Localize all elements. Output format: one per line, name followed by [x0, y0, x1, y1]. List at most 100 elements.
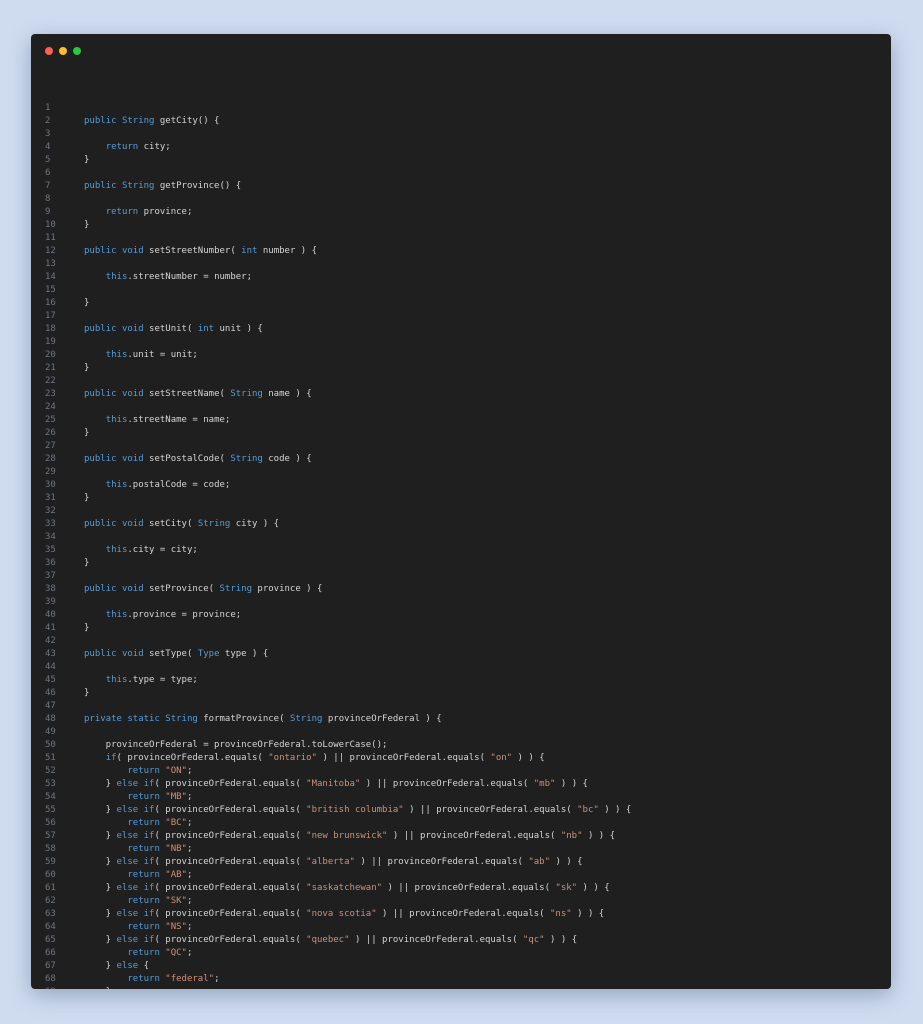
code-text: public void setStreetName( String name )… — [84, 388, 312, 401]
code-token: number ) { — [257, 246, 318, 256]
code-token: type ) { — [219, 649, 269, 659]
code-token: province; — [138, 207, 193, 217]
line-number: 26 — [45, 428, 56, 438]
line-number: 57 — [45, 831, 56, 841]
code-text: return province; — [84, 206, 193, 219]
code-token: } — [84, 987, 111, 989]
code-keyword: this — [105, 675, 128, 685]
line-number: 56 — [45, 818, 56, 828]
window-titlebar — [31, 34, 891, 68]
code-keyword: public — [84, 649, 122, 659]
line-number: 65 — [45, 935, 56, 945]
line-number: 2 — [45, 116, 51, 126]
code-keyword: public — [84, 519, 122, 529]
line-number: 24 — [45, 402, 56, 412]
code-text: this.city = city; — [84, 544, 198, 557]
line-number: 23 — [45, 389, 56, 399]
code-string: "MB" — [165, 792, 187, 802]
code-keyword: void — [121, 584, 144, 594]
code-keyword: else if — [116, 935, 155, 945]
code-keyword: else if — [116, 909, 155, 919]
code-token: ) || provinceOrFederal.equals( — [382, 883, 556, 893]
code-token: .type = type; — [127, 675, 198, 685]
line-number: 50 — [45, 740, 56, 750]
line-number: 21 — [45, 363, 56, 373]
code-text: } — [84, 622, 89, 635]
code-keyword: static — [127, 714, 166, 724]
code-text: this.province = province; — [84, 609, 241, 622]
line-number: 69 — [45, 986, 75, 989]
code-keyword: return — [127, 948, 160, 958]
line-number: 32 — [45, 506, 56, 516]
line-number: 31 — [45, 493, 56, 503]
line-number: 27 — [45, 441, 56, 451]
line-number: 7 — [45, 181, 51, 191]
code-string: "ontario" — [268, 753, 318, 763]
code-token: ; — [186, 766, 193, 776]
line-number: 53 — [45, 779, 56, 789]
code-text: private static String formatProvince( St… — [84, 713, 442, 726]
line-number: 13 — [45, 259, 56, 269]
minimize-window-icon[interactable] — [59, 47, 67, 55]
code-token: province ) { — [252, 584, 323, 594]
code-string: "Manitoba" — [306, 779, 361, 789]
code-token: code ) { — [262, 454, 312, 464]
code-token: } — [84, 961, 117, 971]
code-string: "saskatchewan" — [306, 883, 383, 893]
line-number: 61 — [45, 883, 56, 893]
line-number: 6 — [45, 168, 51, 178]
line-number: 64 — [45, 922, 56, 932]
code-keyword: this — [105, 272, 128, 282]
code-token: ) ) { — [550, 857, 583, 867]
code-token: .unit = unit; — [127, 350, 198, 360]
code-text: } — [84, 492, 89, 505]
line-number: 12 — [45, 246, 56, 256]
code-string: "NB" — [165, 844, 187, 854]
code-token: provinceOrFederal = provinceOrFederal.to… — [84, 740, 388, 750]
code-text: this.streetName = name; — [84, 414, 231, 427]
code-keyword: String — [121, 181, 155, 191]
code-keyword: String — [165, 714, 198, 724]
code-keyword: return — [127, 974, 160, 984]
code-string: "on" — [490, 753, 513, 763]
code-token: } — [84, 909, 117, 919]
line-number: 60 — [45, 870, 56, 880]
code-keyword: return — [127, 766, 160, 776]
code-keyword: public — [84, 584, 122, 594]
line-number: 55 — [45, 805, 56, 815]
code-text: } else if( provinceOrFederal.equals( "Ma… — [84, 778, 588, 791]
line-number: 33 — [45, 519, 56, 529]
code-keyword: String — [219, 584, 252, 594]
code-string: "mb" — [533, 779, 556, 789]
code-text: } else if( provinceOrFederal.equals( "no… — [84, 908, 605, 921]
code-string: "BC" — [165, 818, 187, 828]
code-text: } — [84, 986, 111, 989]
code-token: ) ) { — [571, 909, 605, 919]
zoom-window-icon[interactable] — [73, 47, 81, 55]
code-token: ( provinceOrFederal.equals( — [154, 805, 307, 815]
line-number: 63 — [45, 909, 56, 919]
line-number: 35 — [45, 545, 56, 555]
code-keyword: else if — [116, 805, 155, 815]
code-token: setUnit( — [143, 324, 198, 334]
line-number: 25 — [45, 415, 56, 425]
code-text: } else if( provinceOrFederal.equals( "al… — [84, 856, 583, 869]
code-string: "ns" — [550, 909, 572, 919]
line-number: 20 — [45, 350, 56, 360]
code-token: getCity() { — [154, 116, 220, 126]
line-number: 67 — [45, 961, 56, 971]
code-text: } — [84, 557, 89, 570]
code-string: "QC" — [165, 948, 187, 958]
code-token: ) ) { — [577, 883, 610, 893]
code-token: .postalCode = code; — [127, 480, 231, 490]
close-window-icon[interactable] — [45, 47, 53, 55]
code-token: ) || provinceOrFederal.equals( — [354, 857, 529, 867]
code-token: ; — [186, 948, 193, 958]
code-keyword: this — [105, 610, 128, 620]
code-keyword: Type — [197, 649, 220, 659]
